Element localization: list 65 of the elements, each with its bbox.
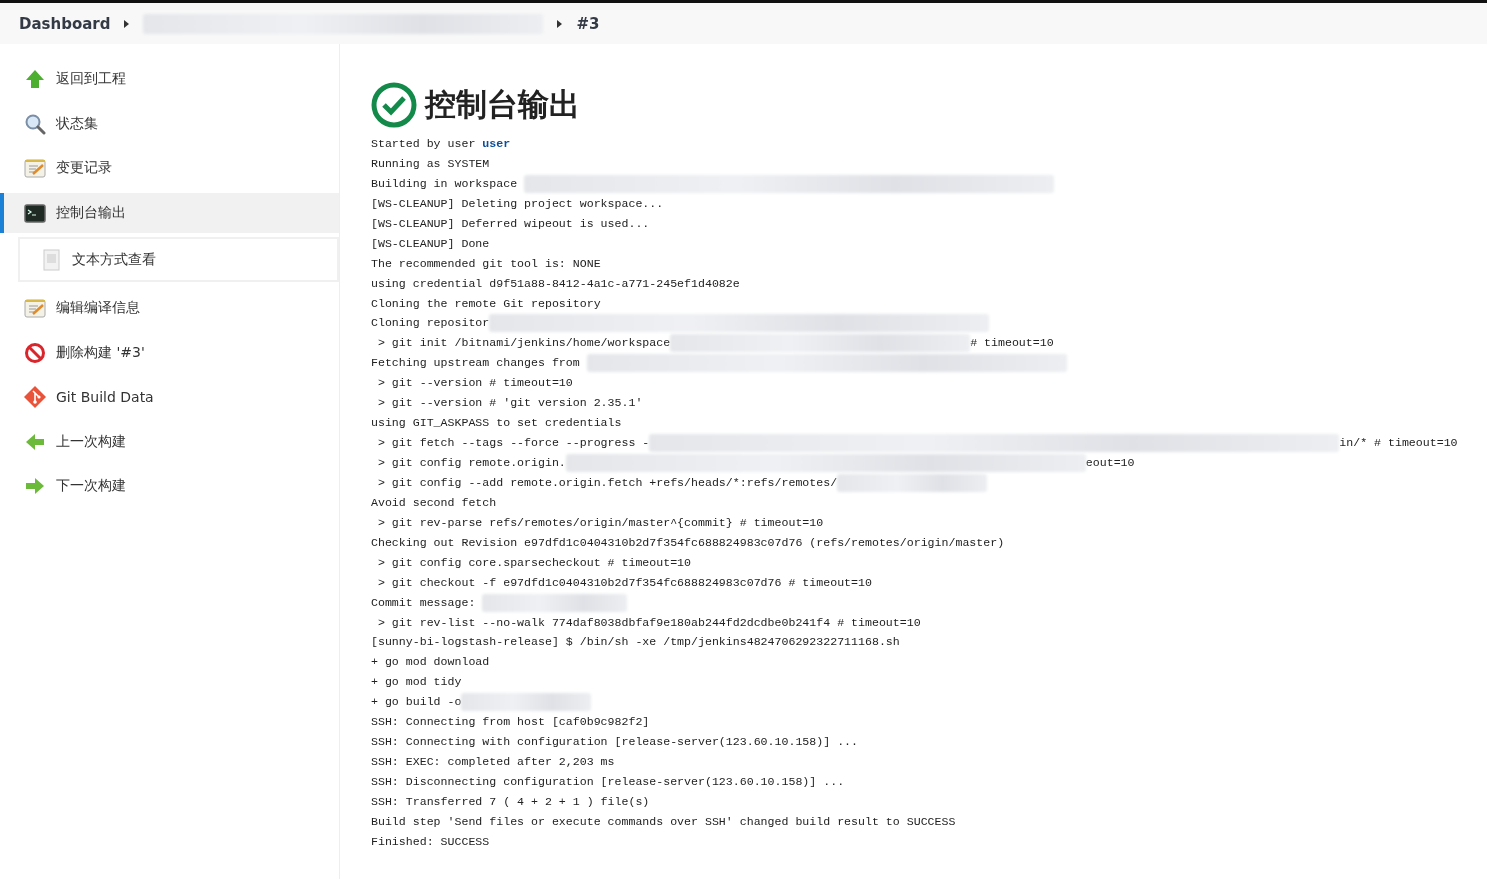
console-line: using GIT_ASKPASS to set credentials [371,415,622,432]
console-line: > git config --add remote.origin.fetch +refs/heads/*:refs/remotes/ [376,474,838,491]
sidebar-item[interactable]: 返回到工程 [0,59,339,99]
console-line: > git rev-list --no-walk 774daf8038dbfaf9e180ab244fd2dcdbe0b241f4 # timeout=10 [376,614,921,631]
console-line: > git init /bitnami/jenkins/home/workspace [376,335,671,352]
console-line: SSH: Connecting with configuration [release-server(123.60.10.158)] ... [371,734,859,751]
console-line: eout=10 [1085,455,1135,471]
console-line: [WS-CLEANUP] Done [371,235,490,252]
sidebar-item[interactable]: 删除构建 '#3' [0,332,339,373]
console-line: > git fetch --tags --force --progress - [376,435,650,452]
right-arrow-icon [24,475,46,497]
console-line: > git checkout -f e97dfd1c0404310b2d7f354fc688824983c07d76 # timeout=10 [376,574,872,591]
document-icon [40,248,62,271]
console-line: Avoid second fetch [371,494,497,511]
chevron-right-icon [124,19,130,28]
chevron-right-icon [557,19,563,28]
breadcrumb-link[interactable]: #3 [576,14,600,33]
sidebar-item[interactable]: 变更记录 [0,148,339,188]
forbidden-icon [24,341,46,364]
sidebar-item[interactable]: 上一次构建 [0,421,339,462]
console-line: SSH: Disconnecting configuration [release-server(123.60.10.158)] ... [371,774,845,790]
console-line: [sunny-bi-logstash-release] $ /bin/sh -xe /tmp/jenkins4824706292322711168.sh [371,634,900,651]
console-line: Build step 'Send files or execute commands over SSH' changed build result to SUCCESS [371,813,956,830]
console-line: The recommended git tool is: NONE [371,255,601,272]
console-line: > git --version # timeout=10 [376,375,573,392]
user-link[interactable]: user [482,134,511,154]
console-line: [WS-CLEANUP] Deleting project workspace... [371,195,664,212]
console-line: Building in workspace [371,175,519,192]
terminal-icon [24,201,46,224]
console-line: # timeout=10 [970,335,1054,352]
console-line: Checking out Revision e97dfd1c0404310b2d7f354fc688824983c07d76 (refs/remotes/origin/master) [371,534,1005,551]
breadcrumb-link[interactable]: Dashboard [19,14,111,33]
console-line: Cloning the remote Git repository [371,295,601,312]
console-line: Running as SYSTEM [371,155,490,172]
sidebar-item[interactable]: 编辑编译信息 [0,288,339,328]
console-line: in/* # timeout=10 [1339,435,1458,452]
console-line: Cloning repositor [371,315,490,332]
console-line: Finished: SUCCESS [371,833,490,850]
console-line: Fetching upstream changes from [371,355,581,372]
console-line: + go mod tidy [371,674,462,691]
console-line: SSH: Transferred 7 ( 4 + 2 + 1 ) file(s) [371,793,650,810]
sidebar-item[interactable]: Git Build Data [0,377,339,417]
console-line: Started by user [371,136,477,152]
sidebar-item[interactable]: 控制台输出 [0,192,339,233]
search-icon [24,112,46,135]
notepad-icon [24,297,46,319]
console-line: SSH: Connecting from host [caf0b9c982f2] [371,714,650,731]
console-line: > git rev-parse refs/remotes/origin/master^{commit} # timeout=10 [376,514,824,531]
console-line: > git config core.sparsecheckout # timeout=10 [376,554,692,571]
console-line: using credential d9f51a88-8412-4a1c-a771-245ef1d4082e [371,275,740,292]
console-line: + go mod download [371,654,490,671]
console-line: > git --version # 'git version 2.35.1' [376,395,643,412]
console-line: SSH: EXEC: completed after 2,203 ms [371,754,615,771]
page-title: 控制台输出 [425,85,580,124]
console-line: [WS-CLEANUP] Deferred wipeout is used... [371,215,650,232]
console-line: Commit message: [371,594,477,611]
sidebar-item[interactable]: 文本方式查看 [18,237,339,282]
sidebar-item[interactable]: 下一次构建 [0,466,339,506]
notepad-icon [24,157,46,179]
console-line: > git config remote.origin. [376,455,566,471]
console-line: + go build -o [371,694,462,711]
git-icon [24,386,46,408]
up-arrow-icon [24,68,46,90]
sidebar-item[interactable]: 状态集 [0,103,339,144]
check-circle-icon [371,82,417,128]
